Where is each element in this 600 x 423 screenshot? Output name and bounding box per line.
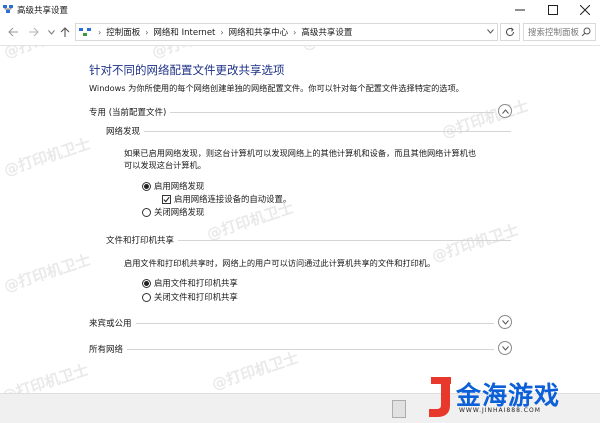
auto-setup-checkbox[interactable] [162,194,171,204]
network-icon [79,28,91,36]
navigation-bar: › 控制面板 › 网络和 Internet › 网络和共享中心 › 高级共享设置… [0,19,600,46]
divider [106,131,511,132]
minimize-icon [515,9,525,10]
disable-network-discovery-radio[interactable] [142,207,151,217]
refresh-icon [506,27,515,37]
maximize-icon [548,4,558,15]
disable-network-discovery-label: 关闭网络发现 [154,207,205,217]
address-dropdown-button[interactable] [487,28,494,36]
arrow-right-icon [28,27,39,37]
close-icon [580,4,590,15]
breadcrumb-separator: › [98,27,102,37]
all-networks-label: 所有网络 [89,343,128,355]
page-description: Windows 为你所使用的每个网络创建单独的网络配置文件。你可以针对每个配置文… [89,83,464,93]
network-discovery-text-line1: 如果已启用网络发现，则这台计算机可以发现网络上的其他计算机和设备，而且其他网络计… [124,148,477,158]
enable-file-sharing-label: 启用文件和打印机共享 [154,278,238,288]
disable-file-sharing-option[interactable]: 关闭文件和打印机共享 [142,291,238,303]
enable-file-sharing-radio[interactable] [142,278,151,288]
brand-logo: 金海游戏 WWW.JINHAI888.COM [425,375,590,420]
maximize-button[interactable] [538,0,568,19]
network-discovery-description: 如果已启用网络发现，则这台计算机可以发现网络上的其他计算机和设备，而且其他网络计… [124,147,476,171]
search-placeholder: 搜索控制面板 [528,28,580,38]
search-icon [581,27,591,37]
arrow-up-icon [60,26,70,37]
enable-network-discovery-option[interactable]: 启用网络发现 [142,180,204,192]
network-discovery-header: 网络发现 [106,125,511,137]
breadcrumb-control-panel[interactable]: 控制面板 [106,26,140,38]
back-button[interactable] [6,24,20,40]
divider [89,323,494,324]
checkmark-icon [163,196,170,202]
brand-url: WWW.JINHAI888.COM [459,407,541,414]
collapse-private-button[interactable] [498,104,512,118]
watermark: @打印机卫士 [1,134,93,180]
network-discovery-text-line2: 可以发现这台计算机。 [124,160,206,170]
brand-j-logo-icon [429,377,451,417]
chevron-down-icon [47,29,55,35]
up-button[interactable] [58,24,72,40]
radio-selected-dot [144,183,149,189]
guest-public-section-header[interactable]: 来宾或公用 [89,315,512,331]
address-bar[interactable]: › 控制面板 › 网络和 Internet › 网络和共享中心 › 高级共享设置 [75,23,498,41]
enable-network-discovery-radio[interactable] [142,181,151,191]
page-title: 针对不同的网络配置文件更改共享选项 [89,63,285,77]
chevron-up-icon [501,108,509,114]
footer-button[interactable] [392,400,406,418]
enable-network-discovery-label: 启用网络发现 [154,181,205,191]
network-discovery-label: 网络发现 [106,125,145,137]
file-printer-sharing-header: 文件和打印机共享 [106,234,511,246]
chevron-down-icon [487,29,494,34]
chevron-down-icon [501,345,509,351]
expand-guest-button[interactable] [498,315,512,329]
title-bar: 高级共享设置 [0,0,600,19]
divider [89,349,494,350]
minimize-button[interactable] [505,0,535,19]
network-app-icon [3,5,13,13]
chevron-down-icon [501,319,509,325]
search-input[interactable]: 搜索控制面板 [523,23,596,41]
radio-selected-dot [144,280,149,286]
forward-button[interactable] [26,24,40,40]
arrow-left-icon [7,27,18,37]
private-profile-label: 专用 (当前配置文件) [89,106,171,118]
breadcrumb-separator: › [220,27,224,37]
disable-file-sharing-radio[interactable] [142,292,151,302]
expand-all-networks-button[interactable] [498,341,512,355]
disable-network-discovery-option[interactable]: 关闭网络发现 [142,206,204,218]
file-printer-sharing-label: 文件和打印机共享 [106,234,179,246]
refresh-button[interactable] [500,23,520,41]
auto-setup-option[interactable]: 启用网络连接设备的自动设置。 [162,193,291,205]
file-printer-sharing-description: 启用文件和打印机共享时，网络上的用户可以访问通过此计算机共享的文件和打印机。 [124,258,436,268]
breadcrumb-separator: › [145,27,149,37]
watermark: @打印机卫士 [1,250,93,296]
auto-setup-label: 启用网络连接设备的自动设置。 [174,194,292,204]
recent-locations-button[interactable] [44,24,58,40]
breadcrumb-advanced-sharing[interactable]: 高级共享设置 [301,26,352,38]
close-button[interactable] [570,0,600,19]
breadcrumb-network-sharing-center[interactable]: 网络和共享中心 [229,26,289,38]
breadcrumb-network-internet[interactable]: 网络和 Internet [153,26,215,38]
breadcrumb-separator: › [293,27,297,37]
private-profile-section-header[interactable]: 专用 (当前配置文件) [89,104,512,120]
window-title: 高级共享设置 [17,6,69,16]
guest-public-label: 来宾或公用 [89,317,136,329]
disable-file-sharing-label: 关闭文件和打印机共享 [154,292,238,302]
all-networks-section-header[interactable]: 所有网络 [89,341,512,357]
enable-file-sharing-option[interactable]: 启用文件和打印机共享 [142,277,238,289]
